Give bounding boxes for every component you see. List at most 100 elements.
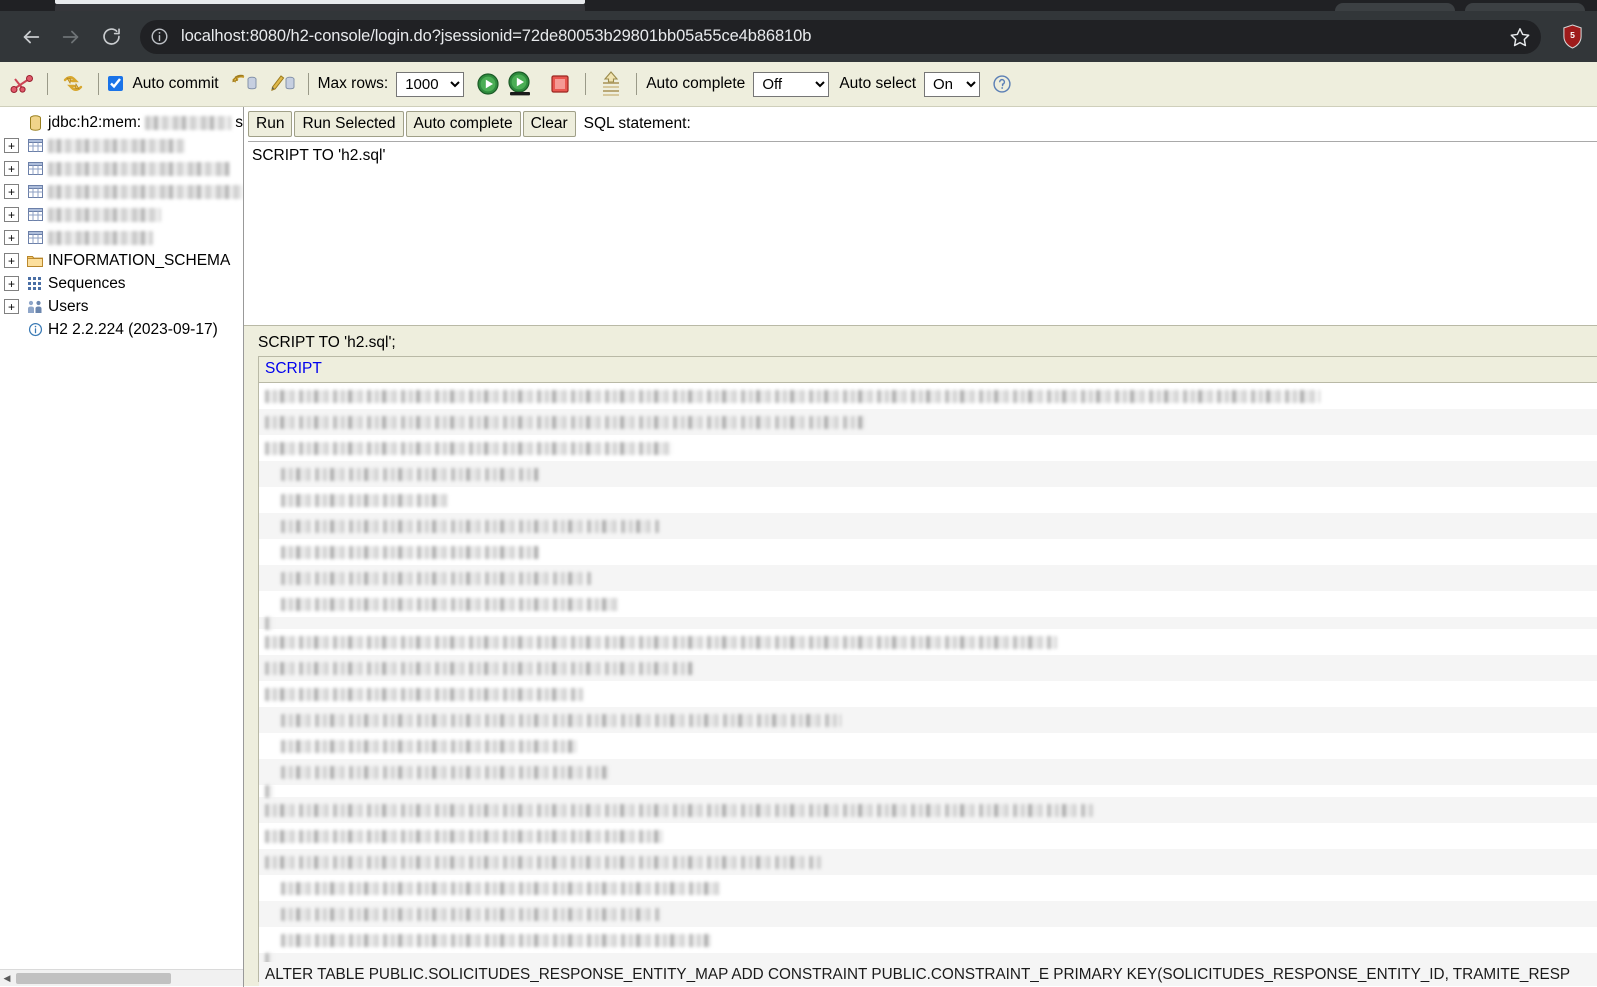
- disconnect-icon[interactable]: [6, 68, 38, 100]
- sql-input[interactable]: SCRIPT TO 'h2.sql': [248, 141, 1597, 325]
- main-split: jdbc:h2:mem: s + + + + + + INFORMATION_S…: [0, 107, 1597, 986]
- star-icon[interactable]: [1509, 26, 1531, 48]
- tree-item-table[interactable]: +: [4, 157, 243, 180]
- tree-expander[interactable]: +: [4, 276, 19, 291]
- info-circle-icon: [26, 321, 44, 338]
- run-selected-play-icon[interactable]: [504, 68, 536, 100]
- table-row: [259, 707, 1597, 733]
- upload-script-icon[interactable]: [595, 68, 627, 100]
- result-echo-statement: SCRIPT TO 'h2.sql';: [244, 326, 1597, 356]
- tree-item-table[interactable]: +: [4, 134, 243, 157]
- tree-expander[interactable]: +: [4, 207, 19, 222]
- tree-item-label-redacted: [48, 161, 230, 176]
- table-row: [259, 784, 1597, 798]
- max-rows-label: Max rows:: [317, 75, 389, 92]
- table-row-last-visible: ALTER TABLE PUBLIC.SOLICITUDES_RESPONSE_…: [259, 962, 1597, 986]
- clear-button[interactable]: Clear: [522, 111, 576, 138]
- toolbar-separator: [47, 73, 48, 95]
- run-selected-button[interactable]: Run Selected: [294, 111, 404, 138]
- browser-tab-other-2[interactable]: [1465, 3, 1585, 11]
- h2-toolbar: Auto commit Max rows: 1000 Auto complete…: [0, 62, 1597, 107]
- table-row: [259, 875, 1597, 901]
- tree-expander[interactable]: +: [4, 184, 19, 199]
- table-row: [259, 513, 1597, 539]
- auto-complete-label: Auto complete: [646, 75, 746, 92]
- auto-complete-button[interactable]: Auto complete: [405, 111, 521, 138]
- auto-commit-checkbox[interactable]: [108, 76, 123, 92]
- run-button[interactable]: Run: [248, 111, 293, 138]
- rollback-icon[interactable]: [229, 68, 261, 100]
- sidebar-item-sequences[interactable]: + Sequences: [4, 272, 243, 295]
- table-row-last-text: ALTER TABLE PUBLIC.SOLICITUDES_RESPONSE_…: [265, 966, 1571, 983]
- scroll-left-arrow-icon[interactable]: ◀: [0, 970, 14, 987]
- browser-chrome: localhost:8080/h2-console/login.do?jsess…: [0, 0, 1597, 62]
- info-circle-icon[interactable]: [146, 24, 172, 50]
- result-table: SCRIPT: [258, 356, 1597, 982]
- sequences-grid-icon: [26, 275, 44, 292]
- sidebar-item-label: INFORMATION_SCHEMA: [48, 251, 231, 269]
- sidebar-item-users[interactable]: + Users: [4, 295, 243, 318]
- tree-item-label-redacted: [48, 184, 243, 199]
- browser-tab-strip: [0, 0, 1597, 11]
- refresh-icon[interactable]: [57, 68, 89, 100]
- forward-arrow-icon[interactable]: [54, 20, 88, 54]
- tree-expander[interactable]: +: [4, 161, 19, 176]
- help-question-icon[interactable]: [986, 68, 1018, 100]
- max-rows-select[interactable]: 1000: [396, 71, 465, 97]
- tree-item-label-redacted: [48, 230, 153, 245]
- tree-expander[interactable]: +: [4, 299, 19, 314]
- back-arrow-icon[interactable]: [14, 20, 48, 54]
- auto-commit-toggle[interactable]: Auto commit: [108, 75, 219, 93]
- tree-item-table[interactable]: +: [4, 180, 243, 203]
- table-row: [259, 383, 1597, 409]
- tree-expander[interactable]: +: [4, 138, 19, 153]
- browser-omnibar: localhost:8080/h2-console/login.do?jsess…: [0, 11, 1597, 62]
- sidebar-item-information-schema[interactable]: + INFORMATION_SCHEMA: [4, 249, 243, 272]
- toolbar-separator: [636, 73, 638, 95]
- sidebar-horizontal-scrollbar[interactable]: ◀: [0, 969, 243, 986]
- sql-statement-label: SQL statement:: [583, 115, 691, 133]
- database-cylinder-icon: [26, 114, 44, 131]
- address-bar[interactable]: localhost:8080/h2-console/login.do?jsess…: [140, 19, 1541, 54]
- tree-item-table[interactable]: +: [4, 203, 243, 226]
- table-row: [259, 681, 1597, 707]
- reload-icon[interactable]: [94, 20, 128, 54]
- table-icon: [26, 229, 44, 246]
- tree-item-table[interactable]: +: [4, 226, 243, 249]
- table-row: [259, 565, 1597, 591]
- sidebar-item-label: H2 2.2.224 (2023-09-17): [48, 320, 218, 338]
- table-row: [259, 539, 1597, 565]
- address-bar-url: localhost:8080/h2-console/login.do?jsess…: [181, 27, 812, 45]
- tree-expander[interactable]: +: [4, 253, 19, 268]
- database-tree-sidebar: jdbc:h2:mem: s + + + + + + INFORMATION_S…: [0, 107, 243, 986]
- tree-connection-prefix: jdbc:h2:mem:: [48, 113, 142, 131]
- sidebar-item-label: Sequences: [48, 274, 126, 292]
- stop-square-icon[interactable]: [544, 68, 576, 100]
- table-row: [259, 733, 1597, 759]
- auto-select-select[interactable]: On: [924, 71, 980, 97]
- table-row: [259, 629, 1597, 655]
- table-icon: [26, 160, 44, 177]
- table-row: [259, 487, 1597, 513]
- shield-extension-icon[interactable]: 5: [1561, 24, 1583, 50]
- sidebar-item-label: Users: [48, 297, 89, 315]
- browser-tab-active-highlight: [55, 0, 585, 4]
- run-play-icon[interactable]: [472, 68, 504, 100]
- browser-tab-other-1[interactable]: [1335, 3, 1455, 11]
- svg-text:5: 5: [1570, 30, 1575, 40]
- tree-expander[interactable]: +: [4, 230, 19, 245]
- tree-item-label-redacted: [48, 207, 161, 222]
- tree-connection-redacted: [145, 115, 232, 130]
- table-icon: [26, 183, 44, 200]
- tree-item-connection[interactable]: jdbc:h2:mem: s: [4, 111, 243, 134]
- sql-editor-pane: Run Run Selected Auto complete Clear SQL…: [243, 107, 1597, 986]
- table-row: [259, 927, 1597, 953]
- auto-select-label: Auto select: [839, 75, 916, 92]
- table-row: [259, 797, 1597, 823]
- tree-connection-suffix: s: [235, 113, 243, 131]
- sidebar-item-version: H2 2.2.224 (2023-09-17): [4, 318, 243, 341]
- table-row: [259, 901, 1597, 927]
- auto-complete-select[interactable]: Off: [753, 71, 830, 97]
- sidebar-scroll-thumb[interactable]: [16, 972, 171, 984]
- commit-icon[interactable]: [267, 68, 299, 100]
